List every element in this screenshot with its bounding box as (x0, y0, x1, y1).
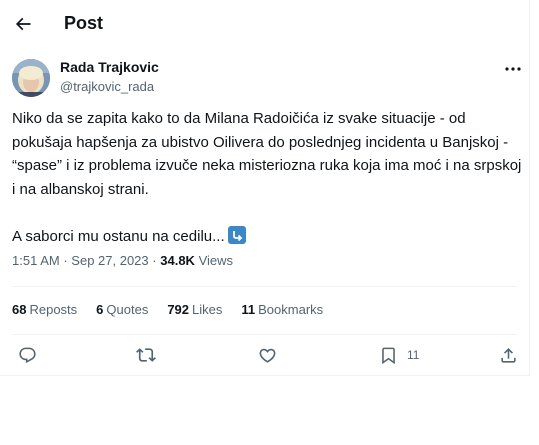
share-icon (501, 347, 516, 363)
meta-separator: · (63, 253, 68, 268)
bookmark-icon (382, 347, 395, 364)
bookmarks-count: 11 (241, 302, 256, 317)
post-stats: 68 Reposts 6 Quotes 792 Likes 11 Bookmarks (12, 302, 342, 317)
reposts-label: Reposts (29, 302, 78, 317)
repost-button[interactable] (136, 341, 156, 369)
like-icon (259, 348, 276, 363)
views-count: 34.8K (160, 253, 195, 268)
divider (12, 334, 517, 335)
post-date[interactable]: Sep 27, 2023 (71, 253, 148, 268)
tweet-text: Niko da se zapita kako to da Milana Rado… (12, 107, 522, 248)
tweet-paragraph: A saborci mu ostanu na cedilu... (12, 225, 522, 249)
reposts-stat[interactable]: 68 Reposts (12, 302, 77, 317)
avatar[interactable] (12, 59, 50, 97)
likes-count: 792 (167, 302, 190, 317)
back-button[interactable] (6, 7, 40, 41)
author-handle[interactable]: @trajkovic_rada (60, 79, 154, 94)
author-name[interactable]: Rada Trajkovic (60, 59, 159, 75)
reposts-count: 68 (12, 302, 27, 317)
arrow-left-icon (15, 17, 31, 31)
more-icon (505, 67, 521, 71)
likes-label: Likes (192, 302, 223, 317)
bookmark-count: 11 (407, 348, 420, 362)
repost-icon (136, 348, 156, 362)
post-column: Post Rada Trajkovic @trajkovic_rada Niko… (0, 0, 530, 376)
post-time[interactable]: 1:51 AM (12, 253, 60, 268)
avatar-image (12, 59, 50, 97)
share-button[interactable] (499, 341, 518, 369)
top-bar: Post (0, 0, 529, 48)
quotes-stat[interactable]: 6 Quotes (96, 302, 148, 317)
quotes-count: 6 (96, 302, 104, 317)
like-button[interactable] (258, 341, 277, 369)
post-meta: 1:51 AM · Sep 27, 2023 · 34.8K Views (12, 253, 233, 268)
page-title: Post (64, 13, 104, 33)
action-bar: 11 (0, 336, 529, 374)
tweet-paragraph: Niko da se zapita kako to da Milana Rado… (12, 110, 522, 198)
views-label: Views (198, 253, 234, 268)
more-options-button[interactable] (500, 58, 526, 80)
divider (12, 286, 517, 287)
likes-stat[interactable]: 792 Likes (167, 302, 222, 317)
tweet-paragraph-text: A saborci mu ostanu na cedilu... (12, 227, 225, 245)
meta-separator: · (152, 253, 157, 268)
reply-button[interactable] (18, 341, 37, 369)
arrow-right-hook-emoji-icon (227, 225, 246, 244)
bookmarks-label: Bookmarks (258, 302, 324, 317)
post-page: Post Rada Trajkovic @trajkovic_rada Niko… (0, 0, 539, 445)
bookmarks-stat[interactable]: 11 Bookmarks (241, 302, 323, 317)
quotes-label: Quotes (106, 302, 149, 317)
reply-icon (19, 347, 36, 363)
bookmark-button[interactable]: 11 (379, 341, 419, 369)
